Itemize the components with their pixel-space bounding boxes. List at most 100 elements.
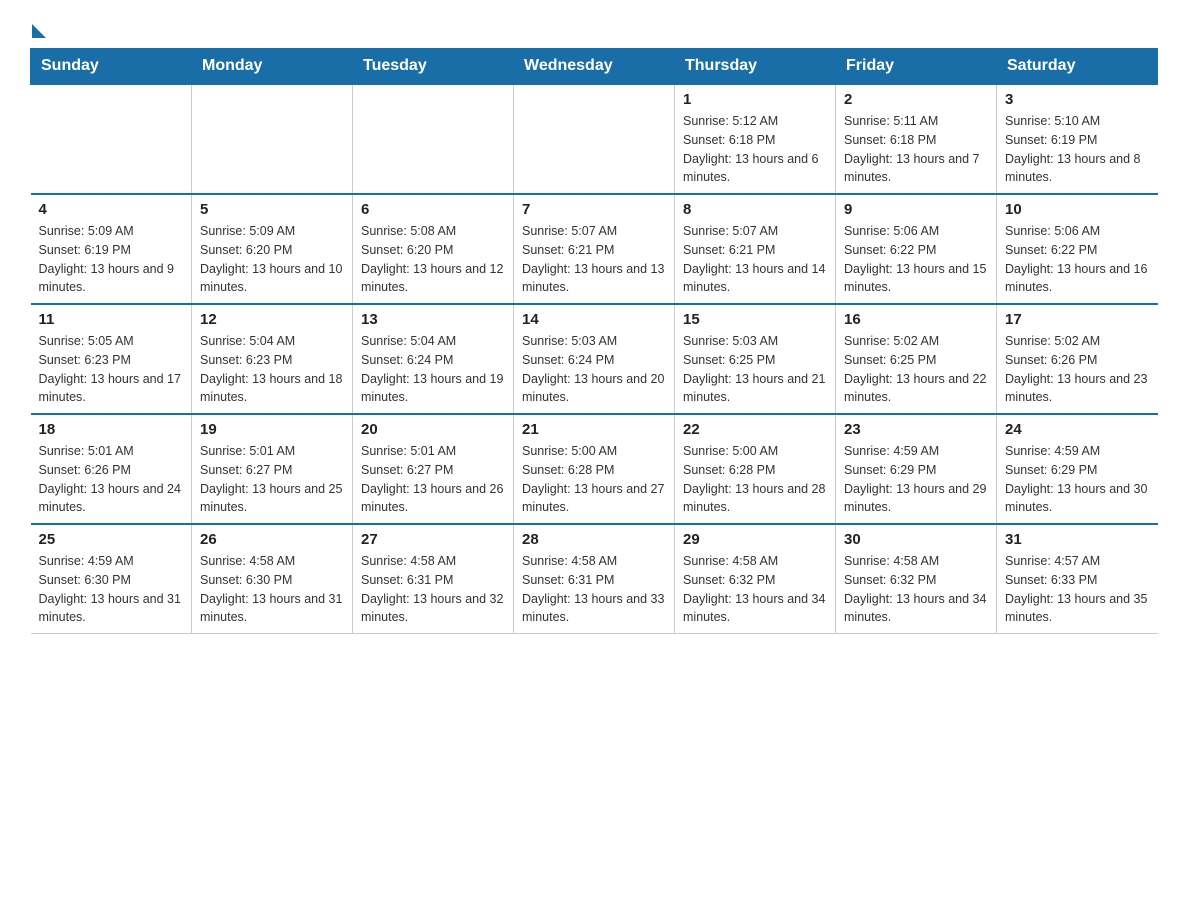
calendar-cell: 27 Sunrise: 4:58 AM Sunset: 6:31 PM Dayli… bbox=[353, 524, 514, 634]
calendar-cell: 24 Sunrise: 4:59 AM Sunset: 6:29 PM Dayli… bbox=[997, 414, 1158, 524]
calendar-table: SundayMondayTuesdayWednesdayThursdayFrid… bbox=[30, 48, 1158, 634]
calendar-week-4: 18 Sunrise: 5:01 AM Sunset: 6:26 PM Dayli… bbox=[31, 414, 1158, 524]
day-info: Sunrise: 4:58 AM Sunset: 6:31 PM Dayligh… bbox=[361, 552, 505, 627]
day-info: Sunrise: 4:59 AM Sunset: 6:30 PM Dayligh… bbox=[39, 552, 184, 627]
calendar-cell: 2 Sunrise: 5:11 AM Sunset: 6:18 PM Daylig… bbox=[836, 84, 997, 194]
calendar-cell: 28 Sunrise: 4:58 AM Sunset: 6:31 PM Dayli… bbox=[514, 524, 675, 634]
calendar-cell: 17 Sunrise: 5:02 AM Sunset: 6:26 PM Dayli… bbox=[997, 304, 1158, 414]
day-info: Sunrise: 5:04 AM Sunset: 6:24 PM Dayligh… bbox=[361, 332, 505, 407]
day-info: Sunrise: 5:02 AM Sunset: 6:26 PM Dayligh… bbox=[1005, 332, 1150, 407]
calendar-cell: 31Sunrise: 4:57 AM Sunset: 6:33 PM Dayli… bbox=[997, 524, 1158, 634]
calendar-week-1: 1 Sunrise: 5:12 AM Sunset: 6:18 PM Daylig… bbox=[31, 84, 1158, 194]
calendar-cell: 5 Sunrise: 5:09 AM Sunset: 6:20 PM Daylig… bbox=[192, 194, 353, 304]
day-number: 1 bbox=[683, 91, 827, 108]
day-number: 12 bbox=[200, 311, 344, 328]
day-number: 19 bbox=[200, 421, 344, 438]
day-number: 9 bbox=[844, 201, 988, 218]
day-info: Sunrise: 5:05 AM Sunset: 6:23 PM Dayligh… bbox=[39, 332, 184, 407]
day-info: Sunrise: 4:58 AM Sunset: 6:30 PM Dayligh… bbox=[200, 552, 344, 627]
calendar-cell: 15Sunrise: 5:03 AM Sunset: 6:25 PM Dayli… bbox=[675, 304, 836, 414]
day-info: Sunrise: 5:02 AM Sunset: 6:25 PM Dayligh… bbox=[844, 332, 988, 407]
calendar-cell bbox=[31, 84, 192, 194]
day-info: Sunrise: 5:00 AM Sunset: 6:28 PM Dayligh… bbox=[683, 442, 827, 517]
day-info: Sunrise: 4:59 AM Sunset: 6:29 PM Dayligh… bbox=[844, 442, 988, 517]
header-cell-tuesday: Tuesday bbox=[353, 49, 514, 85]
calendar-cell: 6 Sunrise: 5:08 AM Sunset: 6:20 PM Daylig… bbox=[353, 194, 514, 304]
day-number: 7 bbox=[522, 201, 666, 218]
day-info: Sunrise: 4:57 AM Sunset: 6:33 PM Dayligh… bbox=[1005, 552, 1150, 627]
calendar-cell: 1 Sunrise: 5:12 AM Sunset: 6:18 PM Daylig… bbox=[675, 84, 836, 194]
calendar-cell: 12 Sunrise: 5:04 AM Sunset: 6:23 PM Dayli… bbox=[192, 304, 353, 414]
day-info: Sunrise: 5:07 AM Sunset: 6:21 PM Dayligh… bbox=[522, 222, 666, 297]
calendar-cell: 10 Sunrise: 5:06 AM Sunset: 6:22 PM Dayli… bbox=[997, 194, 1158, 304]
calendar-cell: 20 Sunrise: 5:01 AM Sunset: 6:27 PM Dayli… bbox=[353, 414, 514, 524]
day-info: Sunrise: 5:01 AM Sunset: 6:27 PM Dayligh… bbox=[200, 442, 344, 517]
day-number: 21 bbox=[522, 421, 666, 438]
header-cell-monday: Monday bbox=[192, 49, 353, 85]
calendar-cell: 23Sunrise: 4:59 AM Sunset: 6:29 PM Dayli… bbox=[836, 414, 997, 524]
day-info: Sunrise: 5:04 AM Sunset: 6:23 PM Dayligh… bbox=[200, 332, 344, 407]
day-number: 27 bbox=[361, 531, 505, 548]
day-number: 5 bbox=[200, 201, 344, 218]
day-info: Sunrise: 5:09 AM Sunset: 6:20 PM Dayligh… bbox=[200, 222, 344, 297]
calendar-cell: 13 Sunrise: 5:04 AM Sunset: 6:24 PM Dayli… bbox=[353, 304, 514, 414]
day-number: 18 bbox=[39, 421, 184, 438]
day-info: Sunrise: 5:07 AM Sunset: 6:21 PM Dayligh… bbox=[683, 222, 827, 297]
calendar-cell: 29Sunrise: 4:58 AM Sunset: 6:32 PM Dayli… bbox=[675, 524, 836, 634]
day-number: 11 bbox=[39, 311, 184, 328]
calendar-cell: 25Sunrise: 4:59 AM Sunset: 6:30 PM Dayli… bbox=[31, 524, 192, 634]
logo bbox=[30, 20, 46, 38]
day-number: 28 bbox=[522, 531, 666, 548]
day-number: 2 bbox=[844, 91, 988, 108]
calendar-body: 1 Sunrise: 5:12 AM Sunset: 6:18 PM Daylig… bbox=[31, 84, 1158, 634]
day-info: Sunrise: 5:09 AM Sunset: 6:19 PM Dayligh… bbox=[39, 222, 184, 297]
day-number: 30 bbox=[844, 531, 988, 548]
header-row: SundayMondayTuesdayWednesdayThursdayFrid… bbox=[31, 49, 1158, 85]
day-number: 3 bbox=[1005, 91, 1150, 108]
header-cell-wednesday: Wednesday bbox=[514, 49, 675, 85]
day-info: Sunrise: 5:01 AM Sunset: 6:27 PM Dayligh… bbox=[361, 442, 505, 517]
calendar-week-2: 4 Sunrise: 5:09 AM Sunset: 6:19 PM Daylig… bbox=[31, 194, 1158, 304]
header-cell-sunday: Sunday bbox=[31, 49, 192, 85]
calendar-cell: 18 Sunrise: 5:01 AM Sunset: 6:26 PM Dayli… bbox=[31, 414, 192, 524]
calendar-cell: 22 Sunrise: 5:00 AM Sunset: 6:28 PM Dayli… bbox=[675, 414, 836, 524]
day-info: Sunrise: 5:00 AM Sunset: 6:28 PM Dayligh… bbox=[522, 442, 666, 517]
day-info: Sunrise: 5:06 AM Sunset: 6:22 PM Dayligh… bbox=[844, 222, 988, 297]
day-number: 20 bbox=[361, 421, 505, 438]
day-info: Sunrise: 5:03 AM Sunset: 6:24 PM Dayligh… bbox=[522, 332, 666, 407]
day-number: 13 bbox=[361, 311, 505, 328]
logo-arrow-icon bbox=[32, 24, 46, 38]
calendar-cell: 9 Sunrise: 5:06 AM Sunset: 6:22 PM Daylig… bbox=[836, 194, 997, 304]
calendar-cell: 8Sunrise: 5:07 AM Sunset: 6:21 PM Daylig… bbox=[675, 194, 836, 304]
calendar-week-3: 11 Sunrise: 5:05 AM Sunset: 6:23 PM Dayli… bbox=[31, 304, 1158, 414]
calendar-cell: 3 Sunrise: 5:10 AM Sunset: 6:19 PM Daylig… bbox=[997, 84, 1158, 194]
calendar-cell bbox=[192, 84, 353, 194]
day-number: 26 bbox=[200, 531, 344, 548]
day-number: 24 bbox=[1005, 421, 1150, 438]
day-info: Sunrise: 5:12 AM Sunset: 6:18 PM Dayligh… bbox=[683, 112, 827, 187]
calendar-week-5: 25Sunrise: 4:59 AM Sunset: 6:30 PM Dayli… bbox=[31, 524, 1158, 634]
day-info: Sunrise: 5:03 AM Sunset: 6:25 PM Dayligh… bbox=[683, 332, 827, 407]
header-cell-thursday: Thursday bbox=[675, 49, 836, 85]
day-number: 17 bbox=[1005, 311, 1150, 328]
day-info: Sunrise: 5:11 AM Sunset: 6:18 PM Dayligh… bbox=[844, 112, 988, 187]
day-info: Sunrise: 5:06 AM Sunset: 6:22 PM Dayligh… bbox=[1005, 222, 1150, 297]
header-cell-saturday: Saturday bbox=[997, 49, 1158, 85]
calendar-header: SundayMondayTuesdayWednesdayThursdayFrid… bbox=[31, 49, 1158, 85]
calendar-cell: 4 Sunrise: 5:09 AM Sunset: 6:19 PM Daylig… bbox=[31, 194, 192, 304]
header-cell-friday: Friday bbox=[836, 49, 997, 85]
day-info: Sunrise: 5:01 AM Sunset: 6:26 PM Dayligh… bbox=[39, 442, 184, 517]
day-info: Sunrise: 4:58 AM Sunset: 6:31 PM Dayligh… bbox=[522, 552, 666, 627]
day-number: 6 bbox=[361, 201, 505, 218]
day-number: 4 bbox=[39, 201, 184, 218]
day-info: Sunrise: 5:08 AM Sunset: 6:20 PM Dayligh… bbox=[361, 222, 505, 297]
calendar-cell: 30 Sunrise: 4:58 AM Sunset: 6:32 PM Dayli… bbox=[836, 524, 997, 634]
day-info: Sunrise: 4:59 AM Sunset: 6:29 PM Dayligh… bbox=[1005, 442, 1150, 517]
day-info: Sunrise: 4:58 AM Sunset: 6:32 PM Dayligh… bbox=[844, 552, 988, 627]
day-number: 22 bbox=[683, 421, 827, 438]
day-number: 14 bbox=[522, 311, 666, 328]
calendar-cell: 19 Sunrise: 5:01 AM Sunset: 6:27 PM Dayli… bbox=[192, 414, 353, 524]
day-info: Sunrise: 5:10 AM Sunset: 6:19 PM Dayligh… bbox=[1005, 112, 1150, 187]
page-header bbox=[30, 20, 1158, 38]
day-number: 10 bbox=[1005, 201, 1150, 218]
